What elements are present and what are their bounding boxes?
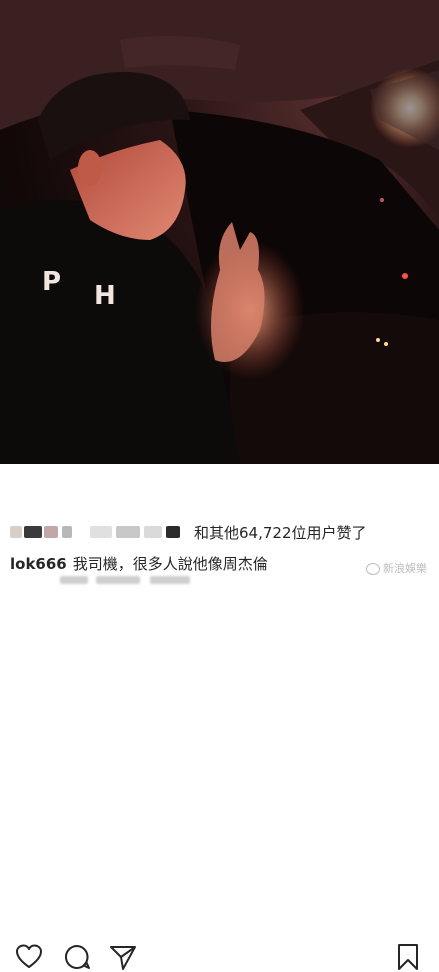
blurred-text: [150, 576, 190, 584]
liker-name-blurred: [144, 526, 162, 538]
liker-avatar-blurred: [10, 526, 22, 538]
liker-name-blurred: [116, 526, 140, 538]
svg-text:H: H: [94, 281, 116, 311]
blurred-text: [60, 576, 88, 584]
watermark: 新浪娛樂: [366, 560, 427, 576]
likes-row[interactable]: 和其他64,722位用户赞了: [10, 520, 430, 544]
post-photo[interactable]: P H: [0, 0, 439, 464]
liker-name-blurred: [62, 526, 72, 538]
caption-text: 我司機，很多人說他像周杰倫: [72, 555, 268, 573]
blurred-text: [96, 576, 140, 584]
svg-text:P: P: [42, 267, 61, 297]
post-photo-illustration: P H: [0, 0, 439, 464]
heart-icon[interactable]: [14, 942, 44, 972]
bookmark-icon[interactable]: [393, 942, 423, 972]
post-actions-bar: [0, 464, 439, 970]
liker-name-blurred: [166, 526, 180, 538]
liker-name-blurred: [24, 526, 42, 538]
liker-name-blurred: [90, 526, 112, 538]
post-caption: lok666 我司機，很多人說他像周杰倫: [10, 553, 268, 574]
send-icon[interactable]: [108, 942, 138, 972]
caption-username[interactable]: lok666: [10, 555, 67, 573]
comment-icon[interactable]: [62, 942, 92, 972]
likes-count-text[interactable]: 和其他64,722位用户赞了: [194, 522, 367, 543]
liker-name-blurred: [44, 526, 58, 538]
watermark-text: 新浪娛樂: [383, 562, 427, 575]
weibo-icon: [366, 563, 380, 575]
